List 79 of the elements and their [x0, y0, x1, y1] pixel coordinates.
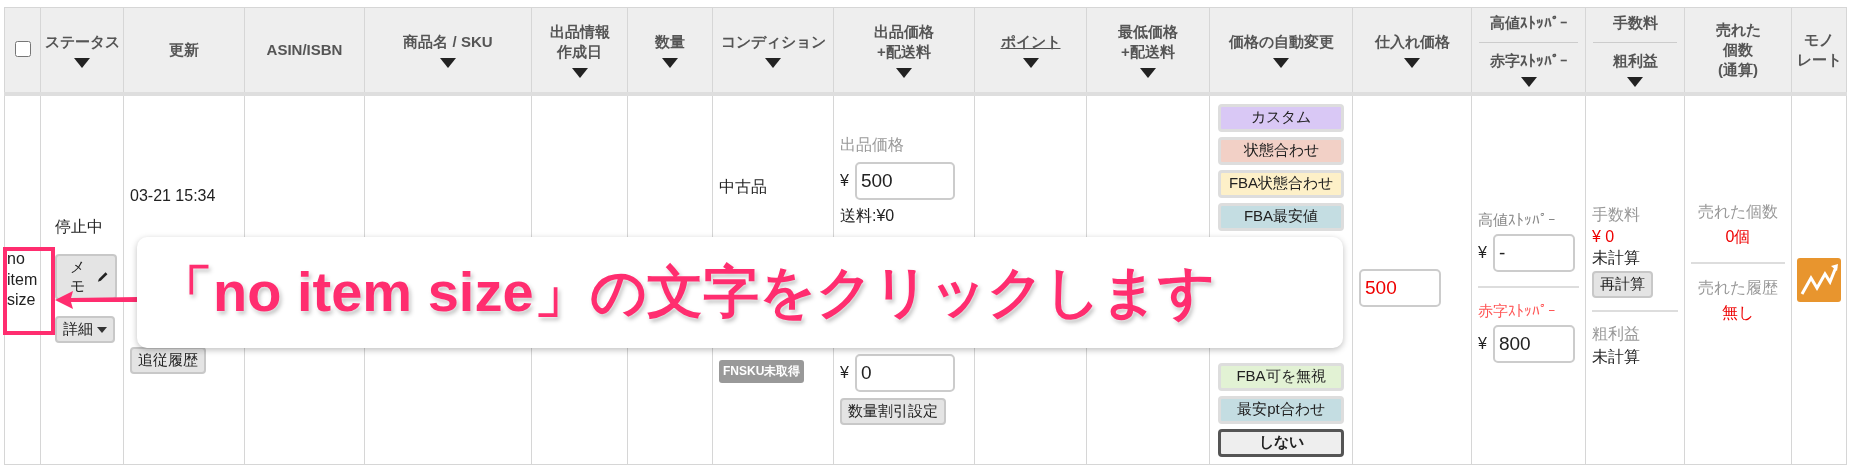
detail-button[interactable]: 詳細: [55, 316, 115, 343]
column-header: 出品情報: [549, 21, 610, 42]
shipping-text: 送料:¥0: [840, 206, 895, 226]
sort-arrow-icon[interactable]: [1140, 68, 1156, 79]
column-header: 赤字ｽﾄｯﾊﾟｰ: [1489, 50, 1568, 71]
column-header: 商品名 / SKU: [403, 31, 493, 52]
column-header: +配送料: [1121, 42, 1175, 62]
sort-arrow-icon[interactable]: [440, 58, 456, 69]
sort-arrow-icon[interactable]: [1022, 58, 1039, 69]
condition-text: 中古品: [719, 177, 767, 197]
column-header-link[interactable]: ポイント: [1000, 31, 1061, 53]
currency-sign: ¥: [840, 364, 849, 382]
column-header: ASIN/ISBN: [266, 39, 343, 60]
sold-count-label: 売れた個数: [1698, 202, 1778, 222]
sort-arrow-icon[interactable]: [1404, 58, 1420, 69]
currency-sign: ¥: [1478, 244, 1487, 262]
column-header: レート: [1796, 50, 1842, 70]
auto-price-button[interactable]: 最安pt合わせ: [1218, 395, 1344, 424]
column-header: (通算): [1718, 60, 1758, 81]
price-input[interactable]: 0: [854, 354, 955, 392]
column-header: 高値ｽﾄｯﾊﾟｰ: [1489, 13, 1568, 34]
column-header: 粗利益: [1612, 50, 1658, 71]
auto-price-button[interactable]: FBA最安値: [1218, 202, 1344, 231]
currency-sign: ¥: [840, 172, 849, 190]
column-header: 仕入れ価格: [1374, 31, 1450, 52]
column-header: 個数: [1723, 39, 1753, 60]
sort-arrow-icon[interactable]: [1273, 58, 1289, 69]
fee-label: 手数料: [1592, 204, 1640, 225]
sold-count: 0個: [1725, 227, 1751, 247]
column-header: コンディション: [720, 31, 826, 52]
currency-sign: ¥: [1478, 335, 1487, 353]
sold-history-label: 売れた履歴: [1698, 278, 1778, 298]
column-header: +配送料: [877, 42, 931, 62]
fee-status: 未計算: [1592, 247, 1640, 268]
sort-arrow-icon[interactable]: [74, 58, 90, 69]
column-header: モノ: [1804, 29, 1834, 50]
instruction-text: 「no item size」の文字をクリックします: [157, 258, 1215, 325]
loss-stopper-label: 赤字ｽﾄｯﾊﾟｰ: [1478, 302, 1556, 321]
column-header: 更新: [169, 39, 199, 60]
auto-price-button[interactable]: しない: [1218, 428, 1344, 457]
sort-arrow-icon[interactable]: [662, 58, 678, 69]
price-label: 出品価格: [840, 135, 904, 155]
auto-price-button[interactable]: FBA状態合わせ: [1218, 169, 1344, 198]
history-button[interactable]: 追従履歴: [130, 346, 206, 374]
column-header: 作成日: [557, 42, 602, 62]
column-header: 手数料: [1612, 13, 1658, 34]
column-header: 最低価格: [1118, 21, 1178, 42]
fee-value: ¥ 0: [1592, 227, 1615, 246]
auto-price-button[interactable]: 状態合わせ: [1218, 136, 1344, 165]
sort-arrow-icon[interactable]: [1627, 76, 1643, 87]
profit-status: 未計算: [1592, 346, 1640, 367]
sort-arrow-icon[interactable]: [1520, 76, 1537, 87]
loss-stopper-input[interactable]: 800: [1492, 325, 1575, 363]
high-stopper-label: 高値ｽﾄｯﾊﾟｰ: [1478, 211, 1556, 230]
auto-price-button[interactable]: FBA可を無視: [1218, 362, 1344, 391]
memo-button[interactable]: メモ: [55, 254, 117, 300]
column-header: 数量: [655, 31, 685, 52]
purchase-price-input[interactable]: 500: [1359, 269, 1441, 307]
recalculate-button[interactable]: 再計算: [1592, 270, 1653, 298]
caret-icon: [97, 326, 107, 333]
column-header: ステータス: [44, 31, 120, 52]
sold-history: 無し: [1722, 303, 1754, 323]
select-all-checkbox[interactable]: [14, 40, 31, 57]
pencil-icon: [95, 270, 109, 284]
sort-arrow-icon[interactable]: [896, 68, 912, 79]
item-size-note[interactable]: no item size: [7, 248, 43, 312]
status-text: 停止中: [55, 217, 103, 237]
price-input[interactable]: 500: [854, 162, 955, 200]
profit-label: 粗利益: [1592, 323, 1640, 344]
sort-arrow-icon[interactable]: [765, 58, 781, 69]
bulk-discount-button[interactable]: 数量割引設定: [840, 398, 946, 425]
updated-time: 03-21 15:34: [130, 186, 216, 205]
column-header: 価格の自動変更: [1228, 31, 1334, 52]
column-header: 売れた: [1715, 19, 1761, 40]
column-header: 出品価格: [874, 21, 934, 42]
sort-arrow-icon[interactable]: [571, 68, 588, 79]
auto-price-button[interactable]: カスタム: [1218, 103, 1344, 132]
high-stopper-input[interactable]: -: [1492, 234, 1575, 272]
fnsku-badge: FNSKU未取得: [719, 360, 805, 383]
